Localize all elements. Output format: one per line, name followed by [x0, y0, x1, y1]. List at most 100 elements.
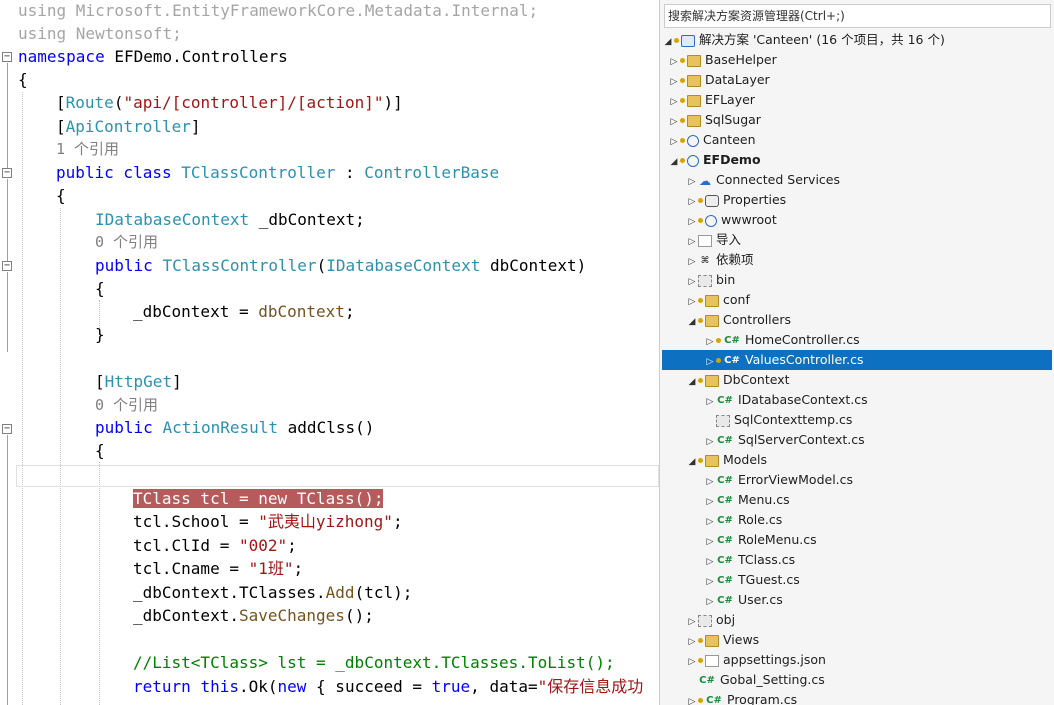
csharp-file-icon: C#	[699, 674, 715, 686]
tree-item-user[interactable]: ▷ C# User.cs	[704, 590, 1054, 610]
tree-item-menu[interactable]: ▷ C# Menu.cs	[704, 490, 1054, 510]
csharp-file-icon: C#	[717, 534, 733, 546]
tree-item-efdemo[interactable]: ◢ EFDemo	[668, 150, 1054, 170]
collapse-ctor-icon[interactable]: −	[2, 261, 12, 271]
current-line	[16, 465, 659, 487]
csharp-file-icon: C#	[717, 474, 733, 486]
tree-item-connected-services[interactable]: ▷ ☁ Connected Services	[686, 170, 1054, 190]
tree-item-imports[interactable]: ▷ 导入	[686, 230, 1054, 250]
tree-item-sqlcontexttemp[interactable]: SqlContexttemp.cs	[704, 410, 1054, 430]
tree-item-obj[interactable]: ▷ obj	[686, 610, 1054, 630]
code-line: {	[95, 279, 105, 298]
tree-item-valuescontroller[interactable]: ▷ C# ValuesController.cs	[662, 350, 1052, 370]
code-line: [HttpGet]	[95, 372, 182, 391]
code-line: tcl.School = "武夷山yizhong";	[133, 512, 403, 531]
dependencies-icon: ⌘	[700, 255, 710, 266]
wrench-icon	[705, 194, 719, 207]
csharp-file-icon: C#	[706, 694, 722, 705]
csharp-file-icon: C#	[724, 334, 740, 346]
folder-icon	[705, 454, 719, 467]
web-project-icon	[687, 134, 699, 147]
codelens-references[interactable]: 0 个引用	[95, 394, 158, 416]
tree-item-datalayer[interactable]: ▷ DataLayer	[668, 70, 1054, 90]
tree-item-rolemenu[interactable]: ▷ C# RoleMenu.cs	[704, 530, 1054, 550]
code-line: }	[95, 325, 105, 344]
tree-item-views[interactable]: ▷ Views	[686, 630, 1054, 650]
tree-item-homecontroller[interactable]: ▷ C# HomeController.cs	[704, 330, 1054, 350]
tree-item-tclass[interactable]: ▷ C# TClass.cs	[704, 550, 1054, 570]
tree-item-basehelper[interactable]: ▷ BaseHelper	[668, 50, 1054, 70]
csharp-file-icon: C#	[717, 494, 733, 506]
tree-item-errorviewmodel[interactable]: ▷ C# ErrorViewModel.cs	[704, 470, 1054, 490]
code-line: _dbContext.SaveChanges();	[133, 606, 374, 625]
collapse-method-icon[interactable]: −	[2, 424, 12, 434]
tree-item-conf[interactable]: ▷ conf	[686, 290, 1054, 310]
csharp-file-icon: C#	[717, 394, 733, 406]
tree-item-properties[interactable]: ▷ Properties	[686, 190, 1054, 210]
code-line: {	[56, 186, 66, 205]
globe-icon	[705, 214, 717, 227]
collapse-class-icon[interactable]: −	[2, 168, 12, 178]
folder-icon	[705, 374, 719, 387]
tree-item-models[interactable]: ◢ Models	[686, 450, 1054, 470]
code-comment: //List<TClass> lst = _dbContext.TClasses…	[133, 653, 615, 672]
code-line: {	[95, 441, 105, 460]
tree-item-role[interactable]: ▷ C# Role.cs	[704, 510, 1054, 530]
tree-item-sqlsugar[interactable]: ▷ SqlSugar	[668, 110, 1054, 130]
tree-item-sqlservercontext[interactable]: ▷ C# SqlServerContext.cs	[704, 430, 1054, 450]
csharp-file-icon: C#	[717, 434, 733, 446]
tree-item-controllers[interactable]: ◢ Controllers	[686, 310, 1054, 330]
excluded-file-icon	[716, 414, 730, 427]
highlighted-code-line: TClass tcl = new TClass();	[133, 489, 384, 508]
tree-item-program[interactable]: ▷ C# Program.cs	[686, 690, 1054, 705]
codelens-references[interactable]: 0 个引用	[95, 231, 158, 253]
folder-icon	[705, 294, 719, 307]
code-line: namespace EFDemo.Controllers	[18, 47, 288, 66]
tree-item-gobal-setting[interactable]: C# Gobal_Setting.cs	[686, 670, 1054, 690]
code-line: tcl.Cname = "1班";	[133, 559, 304, 578]
folder-icon	[705, 634, 719, 647]
tree-item-bin[interactable]: ▷ bin	[686, 270, 1054, 290]
code-line: [Route("api/[controller]/[action]")]	[56, 93, 403, 112]
csharp-file-icon: C#	[724, 354, 740, 366]
cloud-icon: ☁	[699, 173, 711, 188]
tree-item-dependencies[interactable]: ▷ ⌘ 依赖项	[686, 250, 1054, 270]
solution-explorer: 搜索解决方案资源管理器(Ctrl+;) ◢ 解决方案 'Canteen' (16 …	[659, 0, 1054, 705]
csharp-file-icon: C#	[717, 594, 733, 606]
code-line: public ActionResult addClss()	[95, 418, 375, 437]
tree-item-canteen[interactable]: ▷ Canteen	[668, 130, 1054, 150]
code-line: _dbContext = dbContext;	[133, 302, 355, 321]
tree-item-idatabasecontext[interactable]: ▷ C# IDatabaseContext.cs	[704, 390, 1054, 410]
outlining-margin: − − − −	[0, 0, 16, 705]
code-line: public class TClassController : Controll…	[56, 163, 500, 182]
solution-icon	[681, 34, 695, 47]
csharp-file-icon: C#	[717, 574, 733, 586]
code-line: IDatabaseContext _dbContext;	[95, 210, 365, 229]
folder-icon	[687, 94, 701, 107]
code-line: [ApiController]	[56, 117, 201, 136]
web-project-icon	[687, 154, 699, 167]
tree-item-eflayer[interactable]: ▷ EFLayer	[668, 90, 1054, 110]
imports-icon	[698, 234, 712, 247]
code-line: public TClassController(IDatabaseContext…	[95, 256, 587, 275]
tree-item-appsettings[interactable]: ▷ appsettings.json	[686, 650, 1054, 670]
code-line: _dbContext.TClasses.Add(tcl);	[133, 583, 413, 602]
code-line: {	[18, 70, 28, 89]
collapse-namespace-icon[interactable]: −	[2, 52, 12, 62]
hidden-folder-icon	[698, 614, 712, 627]
hidden-folder-icon	[698, 274, 712, 287]
code-line: using Newtonsoft;	[18, 24, 182, 43]
tree-item-solution[interactable]: ◢ 解决方案 'Canteen' (16 个项目，共 16 个)	[662, 30, 1052, 50]
code-line: using Microsoft.EntityFrameworkCore.Meta…	[18, 1, 539, 20]
csharp-file-icon: C#	[717, 554, 733, 566]
json-file-icon	[705, 654, 719, 667]
code-editor[interactable]: − − − − using Microsoft.EntityFrameworkC…	[0, 0, 659, 705]
folder-icon	[687, 74, 701, 87]
solution-search-input[interactable]: 搜索解决方案资源管理器(Ctrl+;)	[664, 4, 1051, 28]
tree-item-tguest[interactable]: ▷ C# TGuest.cs	[704, 570, 1054, 590]
codelens-references[interactable]: 1 个引用	[56, 138, 119, 160]
folder-icon	[705, 314, 719, 327]
tree-item-dbcontext[interactable]: ◢ DbContext	[686, 370, 1054, 390]
tree-item-wwwroot[interactable]: ▷ wwwroot	[686, 210, 1054, 230]
csharp-file-icon: C#	[717, 514, 733, 526]
